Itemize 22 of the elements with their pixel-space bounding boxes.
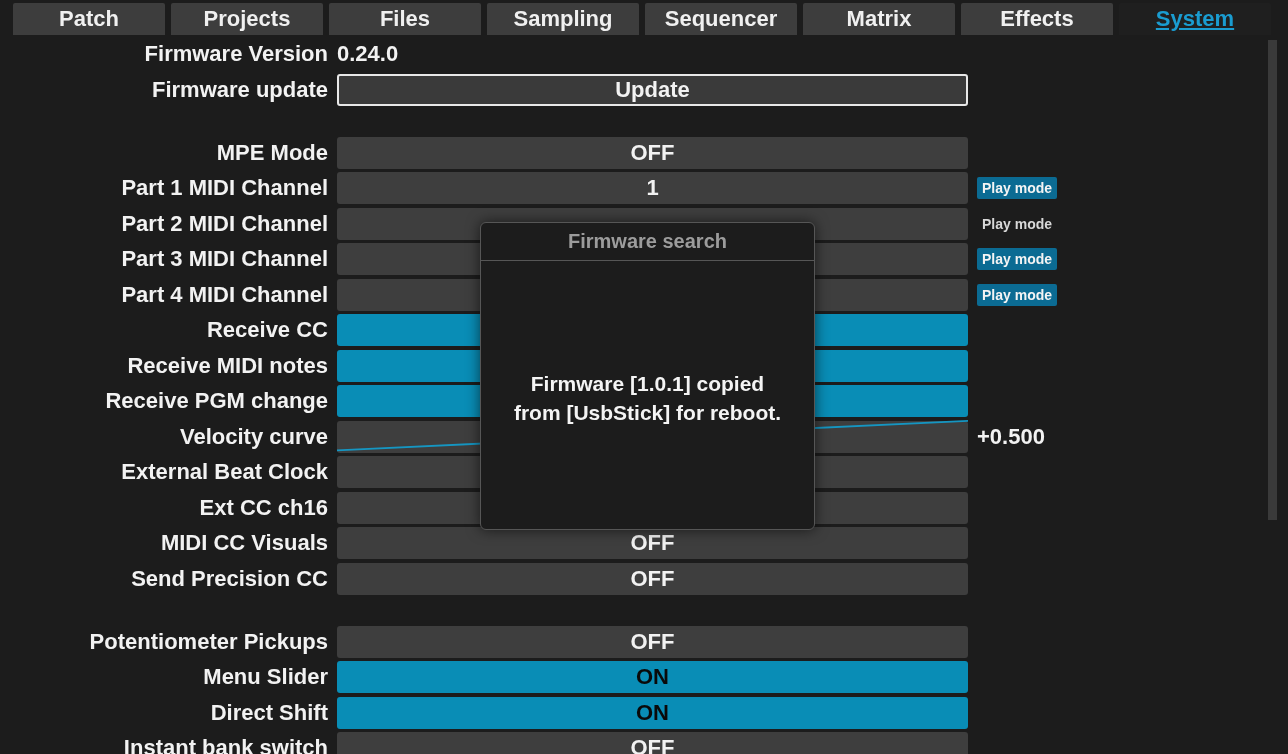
curve-reading: +0.500: [977, 423, 1045, 450]
dialog-message: Firmware [1.0.1] copied from [UsbStick] for reboot.: [512, 371, 783, 426]
setting-label: Part 4 MIDI Channel: [121, 280, 328, 309]
setting-label: External Beat Clock: [121, 458, 328, 486]
setting-label: MIDI CC Visuals: [160, 529, 328, 557]
setting-label: Velocity curve: [180, 422, 328, 451]
version-text: 0.24.0: [337, 40, 399, 68]
setting-label: Menu Slider: [203, 663, 328, 691]
dialog-title: Firmware search: [481, 223, 814, 261]
setting-label: Receive CC: [206, 316, 328, 344]
setting-label: MPE Mode: [216, 138, 328, 167]
setting-label: Part 3 MIDI Channel: [121, 245, 328, 273]
setting-label: Potentiometer Pickups: [89, 627, 328, 656]
setting-label: Part 1 MIDI Channel: [121, 174, 328, 202]
setting-label: Firmware Version: [144, 40, 328, 68]
setting-label: Firmware update: [151, 75, 328, 104]
setting-label: Receive MIDI notes: [127, 351, 328, 380]
setting-label: Send Precision CC: [131, 564, 328, 593]
setting-label: Part 2 MIDI Channel: [121, 209, 328, 238]
setting-label: Ext CC ch16: [199, 493, 328, 522]
setting-label: Receive PGM change: [105, 387, 328, 415]
setting-label: Direct Shift: [210, 698, 328, 727]
